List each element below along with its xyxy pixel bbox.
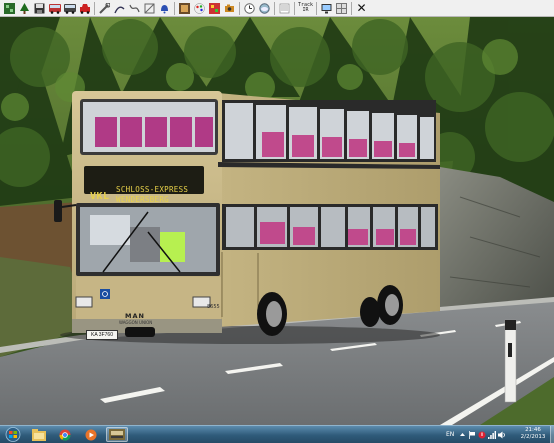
close-icon[interactable]: ✕: [356, 2, 368, 14]
fleet-number: 8655: [207, 304, 220, 310]
settings-icon[interactable]: [179, 2, 191, 14]
path-icon[interactable]: [144, 2, 156, 14]
car-icon[interactable]: [79, 2, 91, 14]
windows-taskbar: EN 21:46 2/2/2013: [0, 425, 554, 443]
display-icon[interactable]: [321, 2, 333, 14]
network-icon[interactable]: [488, 430, 497, 439]
clock-date: 2/2/2013: [520, 434, 546, 440]
spline-icon[interactable]: [129, 2, 141, 14]
destination-line-2: WENDERSBERG: [116, 195, 169, 204]
system-tray: EN: [446, 427, 508, 442]
view-icon[interactable]: [336, 2, 348, 14]
taskbar-clock[interactable]: 21:46 2/2/2013: [515, 427, 551, 441]
flag-icon[interactable]: [468, 430, 476, 439]
map-icon[interactable]: [4, 2, 16, 14]
traffic-icon[interactable]: [209, 2, 221, 14]
brand-logo: MAN: [125, 312, 145, 320]
route-icon[interactable]: [114, 2, 126, 14]
main-toolbar: Track IR ✕: [0, 0, 554, 17]
clock-icon[interactable]: [244, 2, 256, 14]
clock-time: 21:46: [525, 427, 541, 433]
windows-logo-icon: [5, 427, 21, 442]
tree-icon[interactable]: [19, 2, 31, 14]
destination-line-1: SCHLOSS-EXPRESS: [116, 185, 189, 194]
volume-icon[interactable]: [498, 431, 506, 439]
chrome-icon[interactable]: [54, 427, 76, 442]
track-ir-button[interactable]: Track IR: [298, 2, 313, 14]
destination-route: VKL: [90, 191, 110, 202]
tools-icon[interactable]: [99, 2, 111, 14]
tray-arrow-icon[interactable]: [458, 431, 466, 439]
bus-icon[interactable]: [48, 2, 61, 14]
start-button[interactable]: [2, 427, 24, 442]
license-plate: KA 3F760: [86, 330, 118, 340]
bell-icon[interactable]: [159, 2, 171, 14]
weather-icon[interactable]: [259, 2, 271, 14]
omsi-window: Track IR ✕ VKL SCHLOSS-EXPRESS WENDERSBE…: [0, 0, 554, 443]
language-indicator[interactable]: EN: [446, 431, 454, 438]
save-icon[interactable]: [34, 2, 46, 14]
camera-icon[interactable]: [224, 2, 236, 14]
timetable-icon[interactable]: [279, 2, 291, 14]
brand-subtitle: WAGGON UNION: [119, 320, 153, 325]
palette-icon[interactable]: [194, 2, 206, 14]
scene-render: [0, 17, 554, 425]
bus-alt-icon[interactable]: [63, 2, 76, 14]
omsi-icon[interactable]: [106, 427, 128, 442]
show-desktop-button[interactable]: [550, 426, 554, 443]
alert-icon[interactable]: [478, 431, 486, 439]
explorer-icon[interactable]: [28, 427, 50, 442]
3d-viewport[interactable]: VKL SCHLOSS-EXPRESS WENDERSBERG 8655 MAN…: [0, 17, 554, 425]
media-player-icon[interactable]: [80, 427, 102, 442]
